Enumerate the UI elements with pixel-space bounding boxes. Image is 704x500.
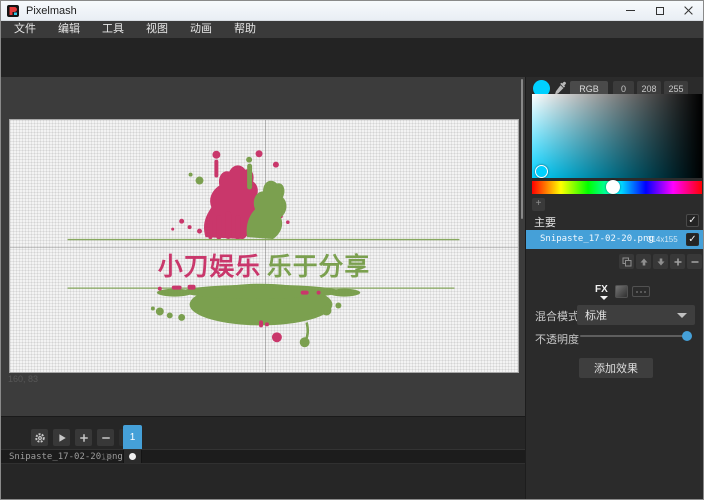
menu-view[interactable]: 视图 (135, 21, 179, 38)
arrow-down-icon (656, 257, 666, 267)
menu-bar: 文件 编辑 工具 视图 动画 帮助 (1, 21, 703, 38)
duplicate-layer-button[interactable] (619, 254, 634, 269)
minimize-button[interactable] (616, 1, 645, 20)
green-blob (151, 284, 360, 347)
add-swatch-button[interactable]: + (532, 198, 545, 211)
keyframe-dot (129, 453, 136, 460)
remove-layer-icon (690, 257, 700, 267)
group-visibility-checkbox[interactable]: ✓ (686, 214, 699, 227)
app-logo-icon (7, 5, 19, 17)
layer-group-label: 主要 (534, 214, 556, 230)
keyframe-cell[interactable] (123, 450, 142, 463)
blend-mode-dropdown[interactable]: 标准 (577, 305, 695, 325)
layer-name: Snipaste_17-02-20.png (540, 234, 654, 244)
duplicate-layer-icon (622, 257, 632, 267)
frame-speed-label[interactable]: 1X (101, 452, 112, 462)
menu-file[interactable]: 文件 (3, 21, 47, 38)
saturation-value-picker[interactable] (532, 94, 702, 178)
animation-timeline: 1 Snipaste_17-02-20.png 1X (1, 416, 525, 500)
opacity-slider[interactable] (580, 331, 692, 343)
play-button[interactable] (53, 429, 70, 446)
cursor-coordinates: 160, 83 (8, 374, 38, 384)
panel-scrollbar[interactable] (521, 79, 523, 219)
add-layer-button[interactable] (670, 254, 685, 269)
layer-visibility-checkbox[interactable]: ✓ (686, 233, 699, 246)
layer-tabs-row: FX (526, 284, 704, 300)
remove-frame-button[interactable] (97, 429, 114, 446)
layer-row-selected[interactable]: Snipaste_17-02-20.png 314x155 ✓ (526, 230, 704, 249)
maximize-button[interactable] (645, 1, 674, 20)
menu-animation[interactable]: 动画 (179, 21, 223, 38)
sv-picker-handle[interactable] (535, 165, 548, 178)
title-bar[interactable]: Pixelmash (1, 1, 703, 21)
minimize-icon (626, 10, 635, 11)
hue-slider[interactable] (532, 181, 702, 194)
fx-caret-icon (600, 296, 608, 300)
frame-tab-1[interactable]: 1 (123, 425, 142, 449)
add-layer-icon (673, 257, 683, 267)
remove-layer-button[interactable] (687, 254, 702, 269)
canvas-area: 小刀娱乐 乐于分享 (1, 77, 525, 416)
arrow-up-icon (639, 257, 649, 267)
blend-mode-label: 混合模式 (535, 308, 579, 324)
opacity-track (580, 335, 692, 337)
gradient-tab-icon[interactable] (615, 285, 628, 298)
slogan-text-pink: 小刀娱乐 (158, 252, 261, 281)
menu-edit[interactable]: 编辑 (47, 21, 91, 38)
fx-tab[interactable]: FX (595, 284, 608, 295)
minus-icon (100, 432, 112, 444)
opacity-label: 不透明度 (535, 331, 579, 347)
gear-icon (34, 432, 46, 444)
right-panel: RGB 0 208 255 + 主要 ✓ Snipaste_17-02-20.p… (525, 77, 704, 500)
layer-size: 314x155 (647, 235, 678, 244)
close-icon (684, 6, 693, 15)
add-frame-button[interactable] (75, 429, 92, 446)
menu-help[interactable]: 帮助 (223, 21, 267, 38)
plus-icon (78, 432, 90, 444)
text-tab-icon[interactable] (632, 286, 650, 297)
hue-slider-handle[interactable] (606, 180, 620, 194)
maximize-icon (656, 7, 664, 15)
timeline-track: Snipaste_17-02-20.png 1X (1, 449, 525, 464)
layer-actions-row (526, 254, 704, 269)
move-layer-up-button[interactable] (636, 254, 651, 269)
menu-tools[interactable]: 工具 (91, 21, 135, 38)
play-icon (56, 432, 68, 444)
add-effect-button[interactable]: 添加效果 (579, 358, 653, 378)
timeline-settings-button[interactable] (31, 429, 48, 446)
splash-artwork: 小刀娱乐 乐于分享 (10, 120, 518, 372)
chevron-down-icon (677, 313, 687, 318)
blend-mode-value: 标准 (585, 307, 607, 323)
close-button[interactable] (674, 1, 703, 20)
pixelmash-window: Pixelmash 文件 编辑 工具 视图 动画 帮助 (0, 0, 704, 500)
tool-bar: 314 x 155 (1, 38, 703, 77)
pixel-canvas[interactable]: 小刀娱乐 乐于分享 (9, 119, 519, 373)
layer-group-row[interactable]: 主要 ✓ (526, 213, 704, 229)
move-layer-down-button[interactable] (653, 254, 668, 269)
window-title: Pixelmash (26, 5, 77, 17)
opacity-handle[interactable] (682, 331, 692, 341)
slogan-text-green: 乐于分享 (267, 252, 370, 281)
